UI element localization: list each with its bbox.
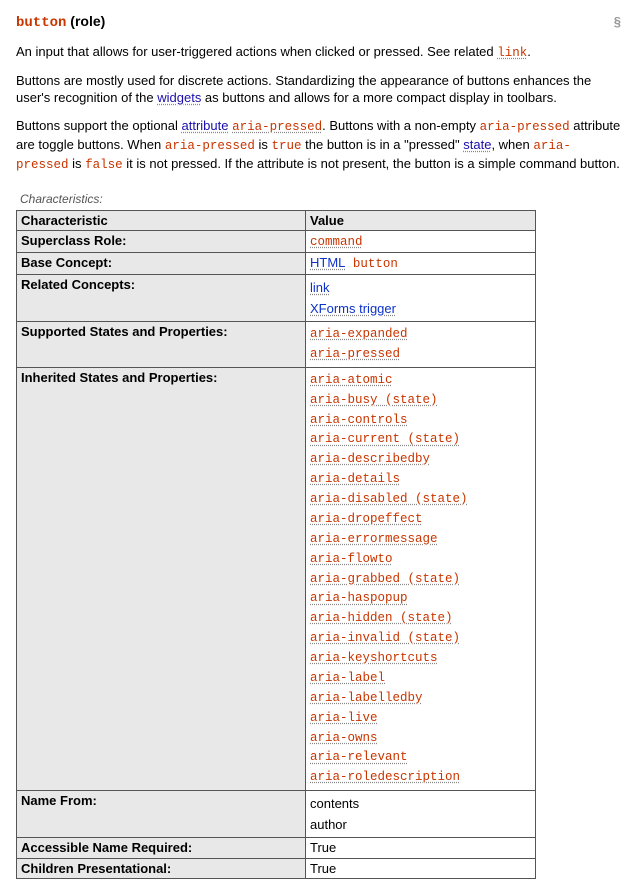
row-acc-name-req-label: Accessible Name Required: — [17, 838, 306, 859]
inherited-link[interactable]: aria-keyshortcuts — [310, 650, 531, 667]
permalink-icon[interactable]: § — [614, 13, 621, 31]
superclass-link[interactable]: command — [310, 235, 363, 249]
inherited-link[interactable]: aria-grabbed (state) — [310, 571, 531, 588]
button-code: button — [345, 257, 398, 271]
related-concepts-list: link XForms trigger — [306, 274, 536, 321]
inherited-link[interactable]: aria-current (state) — [310, 431, 531, 448]
intro-paragraph-2: Buttons are mostly used for discrete act… — [16, 72, 621, 107]
inherited-link[interactable]: aria-live — [310, 710, 531, 727]
acc-name-req-value: True — [306, 838, 536, 859]
false-code: false — [85, 158, 123, 172]
supported-link[interactable]: aria-pressed — [310, 346, 531, 363]
intro-paragraph-3: Buttons support the optional attribute a… — [16, 117, 621, 174]
inherited-link[interactable]: aria-disabled (state) — [310, 491, 531, 508]
text: the button is in a "pressed" — [302, 137, 464, 152]
inherited-link[interactable]: aria-haspopup — [310, 590, 531, 607]
inherited-link[interactable]: aria-details — [310, 471, 531, 488]
related-link[interactable]: XForms trigger — [310, 300, 531, 318]
inherited-link[interactable]: aria-controls — [310, 412, 531, 429]
text: . Buttons with a non-empty — [322, 118, 480, 133]
row-inherited-label: Inherited States and Properties: — [17, 367, 306, 790]
page-title: button (role) — [16, 12, 105, 33]
supported-list: aria-expanded aria-pressed — [306, 322, 536, 368]
text: is — [255, 137, 272, 152]
row-name-from-label: Name From: — [17, 791, 306, 838]
text: . — [527, 44, 531, 59]
html-spec-link[interactable]: HTML — [310, 255, 345, 270]
state-link[interactable]: state — [463, 137, 491, 152]
role-suffix: (role) — [66, 13, 105, 29]
inherited-link[interactable]: aria-labelledby — [310, 690, 531, 707]
widgets-link[interactable]: widgets — [157, 90, 201, 105]
text: as buttons and allows for a more compact… — [201, 90, 557, 105]
name-from-list: contents author — [306, 791, 536, 838]
text: , when — [491, 137, 533, 152]
inherited-link[interactable]: aria-relevant — [310, 749, 531, 766]
inherited-link[interactable]: aria-describedby — [310, 451, 531, 468]
inherited-link[interactable]: aria-atomic — [310, 372, 531, 389]
inherited-link[interactable]: aria-errormessage — [310, 531, 531, 548]
aria-pressed-code: aria-pressed — [165, 139, 255, 153]
row-related-concepts-label: Related Concepts: — [17, 274, 306, 321]
children-pres-value: True — [306, 858, 536, 879]
inherited-link[interactable]: aria-flowto — [310, 551, 531, 568]
inherited-link[interactable]: aria-owns — [310, 730, 531, 747]
text: Buttons support the optional — [16, 118, 182, 133]
row-children-pres-label: Children Presentational: — [17, 858, 306, 879]
aria-pressed-link[interactable]: aria-pressed — [232, 120, 322, 134]
inherited-link[interactable]: aria-busy (state) — [310, 392, 531, 409]
role-code: button — [16, 15, 66, 31]
inherited-link[interactable]: aria-invalid (state) — [310, 630, 531, 647]
inherited-link[interactable]: aria-hidden (state) — [310, 610, 531, 627]
aria-pressed-code: aria-pressed — [480, 120, 570, 134]
inherited-link[interactable]: aria-roledescription — [310, 769, 531, 786]
row-superclass-label: Superclass Role: — [17, 231, 306, 253]
related-link[interactable]: link — [310, 279, 531, 297]
characteristics-table: Characteristic Value Superclass Role: co… — [16, 210, 536, 880]
inherited-link[interactable]: aria-dropeffect — [310, 511, 531, 528]
table-caption: Characteristics: — [20, 191, 621, 207]
col-value: Value — [306, 210, 536, 231]
name-from-item: author — [310, 816, 531, 834]
name-from-item: contents — [310, 795, 531, 813]
row-supported-label: Supported States and Properties: — [17, 322, 306, 368]
text: it is not pressed. If the attribute is n… — [123, 156, 620, 171]
inherited-list: aria-atomic aria-busy (state) aria-control… — [306, 367, 536, 790]
row-base-concept-label: Base Concept: — [17, 253, 306, 275]
true-code: true — [272, 139, 302, 153]
col-characteristic: Characteristic — [17, 210, 306, 231]
intro-paragraph-1: An input that allows for user-triggered … — [16, 43, 621, 62]
supported-link[interactable]: aria-expanded — [310, 326, 531, 343]
related-link-link[interactable]: link — [497, 46, 527, 60]
text: is — [69, 156, 86, 171]
attribute-link[interactable]: attribute — [182, 118, 229, 133]
text: An input that allows for user-triggered … — [16, 44, 497, 59]
inherited-link[interactable]: aria-label — [310, 670, 531, 687]
